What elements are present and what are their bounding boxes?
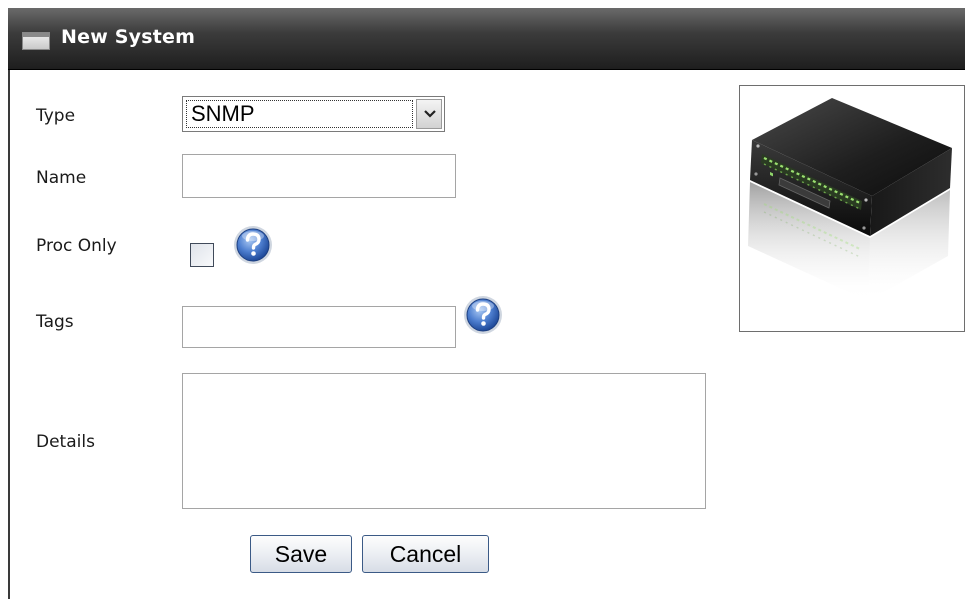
name-input[interactable] <box>182 154 456 198</box>
proc-only-checkbox[interactable] <box>190 243 214 267</box>
title-bar: New System <box>8 8 965 70</box>
device-image-frame <box>739 85 965 332</box>
proc-only-label: Proc Only <box>36 236 117 256</box>
new-system-dialog: New System Type SNMP Name Proc Only Tags <box>8 8 965 599</box>
details-label: Details <box>36 432 95 452</box>
type-dropdown-button[interactable] <box>416 99 442 129</box>
help-icon[interactable] <box>232 224 274 266</box>
chevron-down-icon <box>424 110 436 118</box>
window-icon <box>22 32 50 50</box>
dialog-title: New System <box>61 26 196 48</box>
type-label: Type <box>36 106 76 126</box>
help-icon[interactable] <box>462 294 504 336</box>
cancel-button[interactable]: Cancel <box>362 535 489 573</box>
name-label: Name <box>36 168 87 188</box>
tags-label: Tags <box>36 312 74 332</box>
save-button[interactable]: Save <box>250 535 352 573</box>
rack-server-device-image <box>748 98 952 301</box>
details-textarea[interactable] <box>182 373 706 509</box>
type-select-value: SNMP <box>186 100 413 128</box>
type-select[interactable]: SNMP <box>182 96 445 132</box>
tags-input[interactable] <box>182 306 456 348</box>
